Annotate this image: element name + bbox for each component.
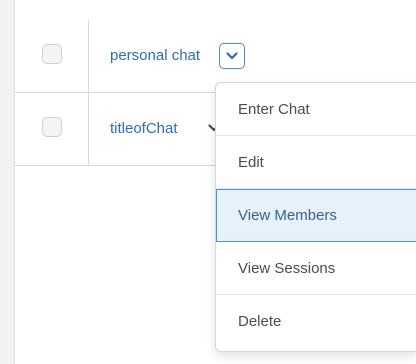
row-actions-dropdown-button[interactable] xyxy=(219,43,245,69)
left-panel-edge xyxy=(0,0,15,364)
menu-item-view-sessions[interactable]: View Sessions xyxy=(216,242,416,295)
select-cell xyxy=(15,93,89,165)
row-actions-menu: Enter Chat Edit View Members View Sessio… xyxy=(215,82,416,352)
row-checkbox[interactable] xyxy=(42,117,62,137)
menu-item-delete[interactable]: Delete xyxy=(216,295,416,348)
menu-item-enter-chat[interactable]: Enter Chat xyxy=(216,83,416,136)
row-checkbox[interactable] xyxy=(42,44,62,64)
chevron-down-icon xyxy=(226,52,238,60)
chat-name-link[interactable]: titleofChat xyxy=(110,120,178,137)
chat-name-link[interactable]: personal chat xyxy=(110,47,200,64)
select-cell xyxy=(15,20,89,92)
menu-item-edit[interactable]: Edit xyxy=(216,136,416,189)
menu-item-view-members[interactable]: View Members xyxy=(216,189,416,242)
